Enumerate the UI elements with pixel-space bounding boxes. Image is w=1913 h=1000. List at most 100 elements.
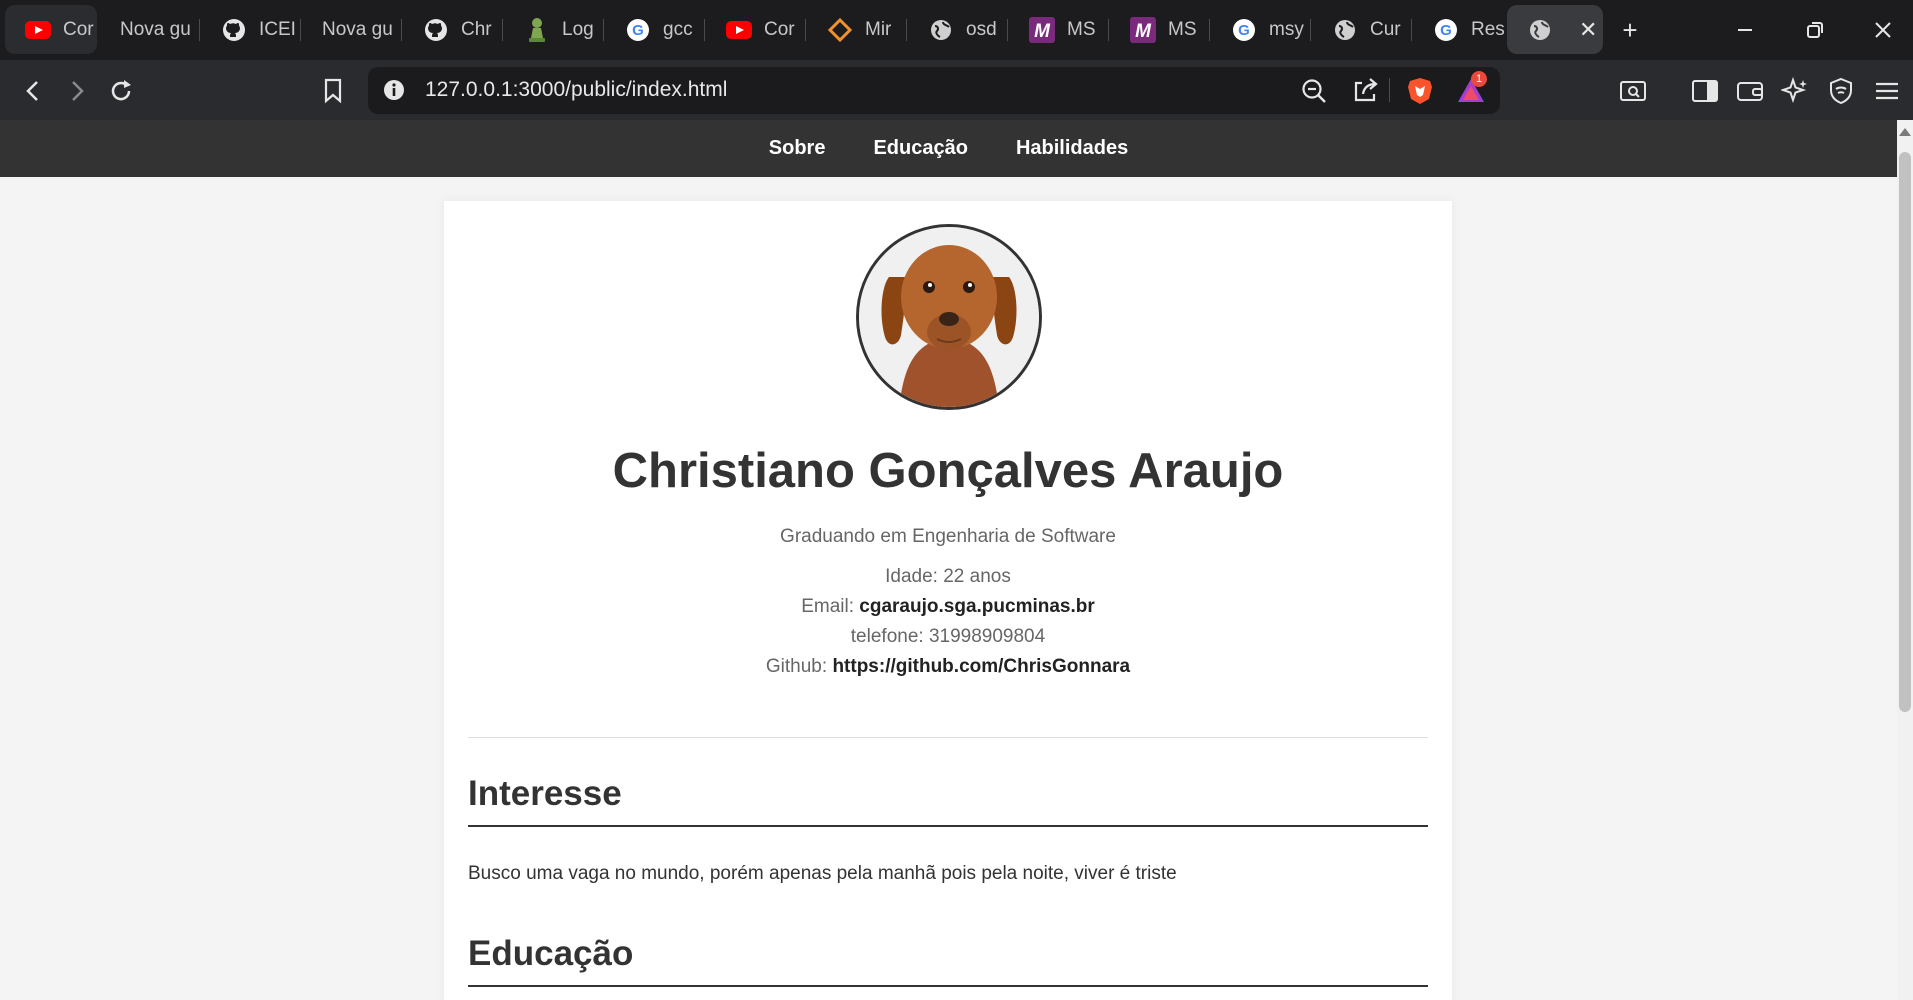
tab-chess[interactable]: Log <box>504 5 604 54</box>
scroll-up-arrow-icon[interactable] <box>1899 128 1911 136</box>
section-title-interesse: Interesse <box>468 774 622 813</box>
bookmark-icon[interactable] <box>314 72 352 110</box>
section-title-educacao: Educação <box>468 934 634 973</box>
reload-button[interactable] <box>102 72 140 110</box>
site-info-icon[interactable] <box>382 78 406 107</box>
tab-title: Log <box>562 18 594 40</box>
back-button[interactable] <box>14 72 52 110</box>
github-icon <box>221 17 247 43</box>
tab-title: Nova gu <box>322 18 393 40</box>
new-tab-button[interactable]: + <box>1612 12 1648 48</box>
tab-google-1[interactable]: G gcc <box>605 5 705 54</box>
section-rule <box>468 825 1428 827</box>
vpn-shield-icon[interactable] <box>1822 72 1860 110</box>
tab-title: Cor <box>63 18 94 40</box>
interest-text: Busco uma vaga no mundo, porém apenas pe… <box>468 863 1177 884</box>
site-nav: Sobre Educação Habilidades <box>0 120 1897 177</box>
tab-ms-1[interactable]: M MS <box>1009 5 1109 54</box>
tab-google-3[interactable]: G Res <box>1413 5 1513 54</box>
youtube-icon <box>25 17 51 43</box>
resume-card: Christiano Gonçalves Araujo Graduando em… <box>444 201 1452 1000</box>
m-logo-icon: M <box>1130 16 1156 43</box>
email-label: Email: <box>801 596 855 617</box>
tab-title: Cur <box>1370 18 1401 40</box>
brave-shield-icon[interactable] <box>1406 76 1434 111</box>
profile-subtitle: Graduando em Engenharia de Software <box>780 526 1116 547</box>
globe-icon <box>928 17 954 43</box>
forward-button[interactable] <box>58 72 96 110</box>
nav-link-habilidades[interactable]: Habilidades <box>1016 137 1128 160</box>
chess-pawn-icon <box>524 17 550 43</box>
url-text[interactable]: 127.0.0.1:3000/public/index.html <box>425 78 727 102</box>
tab-google-2[interactable]: G msy <box>1211 5 1311 54</box>
menu-icon[interactable] <box>1868 72 1906 110</box>
leo-ai-icon[interactable] <box>1776 72 1814 110</box>
tab-title: Cor <box>764 18 795 40</box>
sidebar-toggle-icon[interactable] <box>1686 72 1724 110</box>
tab-globe-1[interactable]: osd <box>908 5 1008 54</box>
tab-active[interactable]: ✕ <box>1507 5 1603 54</box>
github-icon <box>423 17 449 43</box>
share-icon[interactable] <box>1351 77 1379 110</box>
diamond-icon <box>827 17 853 43</box>
tab-title: Res <box>1471 18 1505 40</box>
notification-badge: 1 <box>1471 71 1487 87</box>
header-divider <box>468 737 1428 738</box>
tab-title: MS <box>1168 18 1197 40</box>
close-window-button[interactable] <box>1865 12 1901 48</box>
google-icon: G <box>625 17 651 43</box>
restore-button[interactable] <box>1797 12 1833 48</box>
tab-title: Mir <box>865 18 892 40</box>
svg-text:G: G <box>632 22 644 39</box>
profile-photo <box>856 224 1042 410</box>
tab-ms-2[interactable]: M MS <box>1110 5 1210 54</box>
tab-title: Chr <box>461 18 492 40</box>
svg-text:G: G <box>1440 22 1452 39</box>
nav-link-sobre[interactable]: Sobre <box>769 137 826 160</box>
page-viewport: Sobre Educação Habilidades Christiano Go… <box>0 120 1913 1000</box>
tab-globe-2[interactable]: Cur <box>1312 5 1412 54</box>
email-value[interactable]: cgaraujo.sga.pucminas.br <box>859 596 1094 617</box>
tab-github-2[interactable]: Chr <box>403 5 503 54</box>
google-icon: G <box>1231 17 1257 43</box>
dog-photo-illustration <box>859 227 1039 407</box>
address-bar[interactable]: 127.0.0.1:3000/public/index.html 1 <box>368 67 1500 114</box>
section-rule <box>468 985 1428 987</box>
tab-new-2[interactable]: Nova gu <box>302 5 402 54</box>
svg-text:M: M <box>1034 21 1051 42</box>
profile-github-row: Github: https://github.com/ChrisGonnara <box>444 656 1452 678</box>
tab-title: msy <box>1269 18 1304 40</box>
tab-title: ICEI <box>259 18 296 40</box>
globe-icon <box>1527 17 1553 43</box>
tab-title: gcc <box>663 18 693 40</box>
zoom-out-icon[interactable] <box>1300 77 1328 110</box>
tab-youtube-2[interactable]: Cor <box>706 5 806 54</box>
github-label: Github: <box>765 656 828 677</box>
wallet-icon[interactable] <box>1731 72 1769 110</box>
youtube-icon <box>726 17 752 43</box>
google-icon: G <box>1433 17 1459 43</box>
tab-title: Nova gu <box>120 18 191 40</box>
tab-title: MS <box>1067 18 1096 40</box>
tab-strip: Cor Nova gu ICEI Nova gu Chr Log G gcc C… <box>0 0 1913 60</box>
close-tab-icon[interactable]: ✕ <box>1579 17 1597 43</box>
reader-mode-icon[interactable] <box>1614 72 1652 110</box>
profile-email-row: Email: cgaraujo.sga.pucminas.br <box>444 596 1452 618</box>
globe-icon <box>1332 17 1358 43</box>
m-logo-icon: M <box>1029 16 1055 43</box>
tab-github-1[interactable]: ICEI <box>201 5 301 54</box>
tab-title: osd <box>966 18 997 40</box>
profile-name: Christiano Gonçalves Araujo <box>612 444 1284 498</box>
github-link[interactable]: https://github.com/ChrisGonnara <box>832 656 1130 677</box>
nav-link-educacao[interactable]: Educação <box>873 137 967 160</box>
scrollbar-thumb[interactable] <box>1899 152 1911 712</box>
profile-age: Idade: 22 anos <box>885 566 1011 587</box>
minimize-button[interactable] <box>1727 12 1763 48</box>
tab-new-1[interactable]: Nova gu <box>100 5 200 54</box>
tab-diamond[interactable]: Mir <box>807 5 907 54</box>
profile-phone: telefone: 31998909804 <box>850 626 1046 647</box>
tab-youtube-1[interactable]: Cor <box>5 5 97 54</box>
page-scrollbar[interactable] <box>1897 120 1913 1000</box>
svg-text:G: G <box>1238 22 1250 39</box>
svg-text:M: M <box>1135 21 1152 42</box>
